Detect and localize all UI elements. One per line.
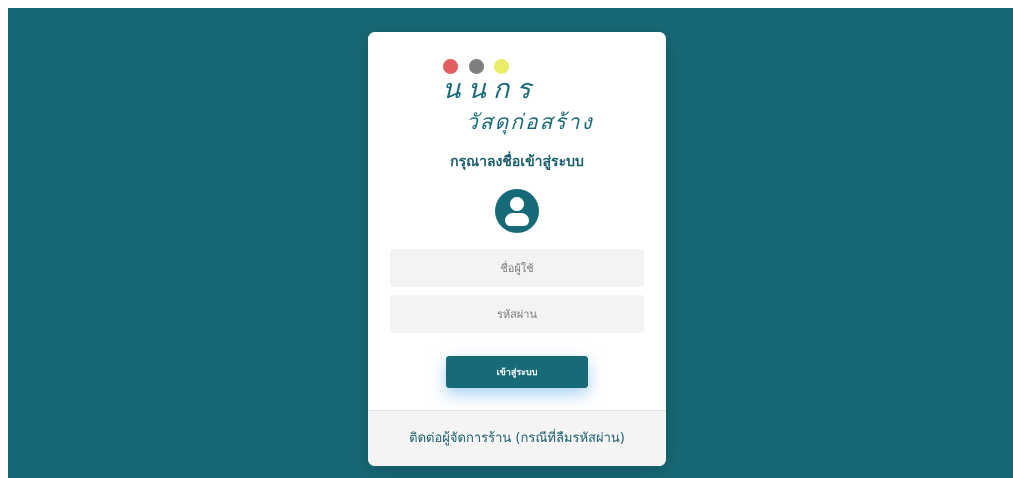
login-card: นนกร วัสดุก่อสร้าง กรุณาลงชื่อเข้าสู่ระบ… bbox=[368, 32, 666, 466]
yellow-dot-icon bbox=[494, 59, 509, 74]
login-title: กรุณาลงชื่อเข้าสู่ระบบ bbox=[450, 154, 584, 170]
avatar-body bbox=[505, 213, 529, 226]
avatar-head bbox=[510, 197, 524, 211]
username-input[interactable] bbox=[390, 249, 644, 287]
user-circle-icon bbox=[495, 189, 539, 233]
login-button[interactable]: เข้าสู่ระบบ bbox=[446, 356, 588, 388]
brand-name: นนกร bbox=[442, 74, 538, 105]
gray-dot-icon bbox=[469, 59, 484, 74]
brand-subtitle: วัสดุก่อสร้าง bbox=[466, 110, 594, 134]
password-input[interactable] bbox=[390, 295, 644, 333]
red-dot-icon bbox=[443, 59, 458, 74]
contact-manager-link[interactable]: ติดต่อผู้จัดการร้าน (กรณีที่ลืมรหัสผ่าน) bbox=[368, 429, 666, 449]
card-footer: ติดต่อผู้จัดการร้าน (กรณีที่ลืมรหัสผ่าน) bbox=[368, 410, 666, 466]
